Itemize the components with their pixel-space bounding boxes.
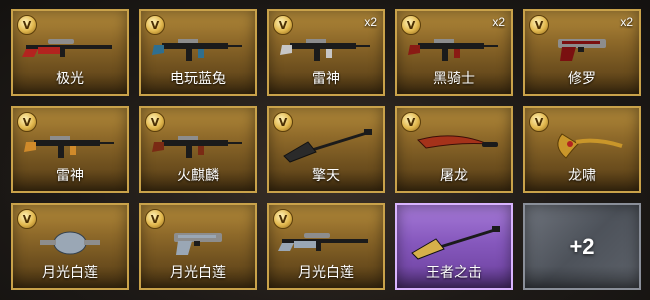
reward-card-premium[interactable]: 王者之击 bbox=[395, 203, 513, 290]
reward-card[interactable]: V 屠龙 bbox=[395, 106, 513, 193]
item-name: 修罗 bbox=[568, 71, 596, 87]
more-rewards-card[interactable]: +2 bbox=[523, 203, 641, 290]
reward-card[interactable]: V 月光白莲 bbox=[267, 203, 385, 290]
item-name: 月光白莲 bbox=[298, 265, 354, 281]
reward-card[interactable]: V 雷神 bbox=[11, 106, 129, 193]
v-badge-icon: V bbox=[273, 209, 293, 229]
reward-card[interactable]: V 擎天 bbox=[267, 106, 385, 193]
quantity-label: x2 bbox=[620, 15, 633, 29]
item-name: 月光白莲 bbox=[170, 265, 226, 281]
v-badge-icon: V bbox=[273, 15, 293, 35]
reward-card[interactable]: V 月光白莲 bbox=[11, 203, 129, 290]
v-badge-icon: V bbox=[17, 209, 37, 229]
quantity-label: x2 bbox=[364, 15, 377, 29]
v-badge-icon: V bbox=[529, 112, 549, 132]
v-badge-icon: V bbox=[401, 112, 421, 132]
reward-card[interactable]: V 月光白莲 bbox=[139, 203, 257, 290]
v-badge-icon: V bbox=[145, 209, 165, 229]
item-name: 擎天 bbox=[312, 168, 340, 184]
item-name: 极光 bbox=[56, 71, 84, 87]
v-badge-icon: V bbox=[17, 112, 37, 132]
item-name: 雷神 bbox=[312, 71, 340, 87]
reward-card[interactable]: V 极光 bbox=[11, 9, 129, 96]
reward-card[interactable]: V 龙啸 bbox=[523, 106, 641, 193]
shovel-icon bbox=[397, 219, 511, 263]
item-name: 月光白莲 bbox=[42, 265, 98, 281]
v-badge-icon: V bbox=[273, 112, 293, 132]
reward-grid: V 极光 V 电玩蓝兔 V x2 雷神 V x2 黑骑士 V x2 修罗 V 雷… bbox=[11, 9, 641, 290]
item-name: 屠龙 bbox=[440, 168, 468, 184]
item-name: 雷神 bbox=[56, 168, 84, 184]
reward-card[interactable]: V x2 雷神 bbox=[267, 9, 385, 96]
reward-card[interactable]: V x2 修罗 bbox=[523, 9, 641, 96]
item-name: 电玩蓝兔 bbox=[170, 71, 226, 87]
item-name: 龙啸 bbox=[568, 168, 596, 184]
quantity-label: x2 bbox=[492, 15, 505, 29]
more-count-label: +2 bbox=[569, 233, 595, 259]
item-name: 王者之击 bbox=[426, 265, 482, 281]
v-badge-icon: V bbox=[145, 112, 165, 132]
v-badge-icon: V bbox=[529, 15, 549, 35]
v-badge-icon: V bbox=[401, 15, 421, 35]
item-name: 黑骑士 bbox=[433, 71, 475, 87]
v-badge-icon: V bbox=[17, 15, 37, 35]
reward-card[interactable]: V x2 黑骑士 bbox=[395, 9, 513, 96]
v-badge-icon: V bbox=[145, 15, 165, 35]
reward-card[interactable]: V 电玩蓝兔 bbox=[139, 9, 257, 96]
item-name: 火麒麟 bbox=[177, 168, 219, 184]
reward-card[interactable]: V 火麒麟 bbox=[139, 106, 257, 193]
